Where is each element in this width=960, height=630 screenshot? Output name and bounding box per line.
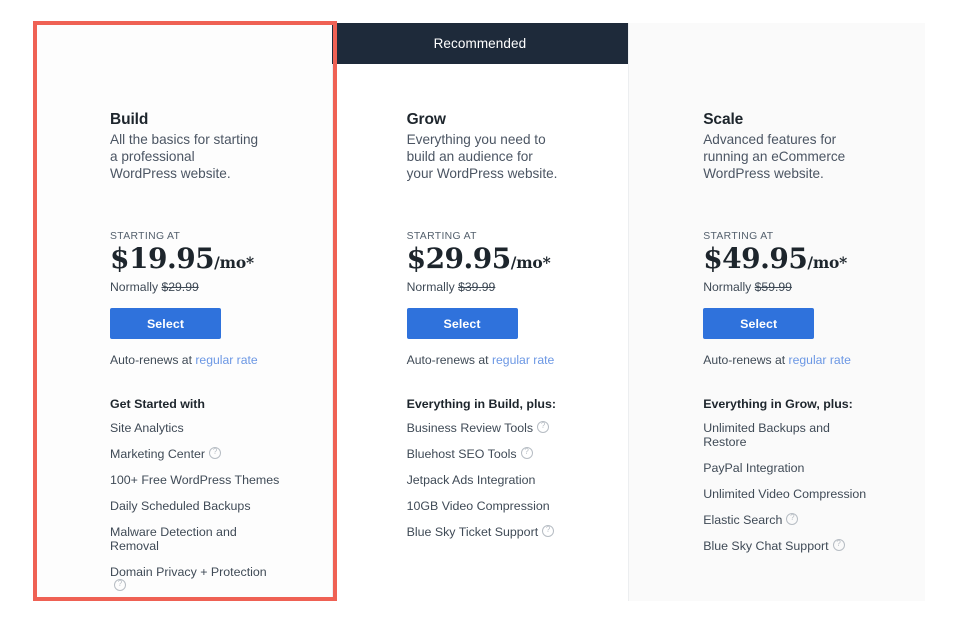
features-heading: Get Started with	[110, 397, 206, 411]
info-icon[interactable]	[114, 578, 126, 591]
normally-price: $59.99	[754, 280, 792, 294]
feature-label: Malware Detection and Removal	[110, 525, 237, 553]
feature-label: 10GB Video Compression	[406, 499, 550, 513]
regular-rate-link[interactable]: regular rate	[789, 353, 851, 367]
feature-label: Domain Privacy + Protection	[110, 565, 267, 579]
feature-label: Marketing Center	[110, 447, 206, 461]
recommended-ribbon: Recommended	[331, 23, 629, 64]
feature-item: Daily Scheduled Backups	[110, 499, 282, 513]
plan-price: $29.95/mo*	[407, 242, 551, 275]
features-heading: Everything in Build, plus:	[406, 397, 556, 411]
auto-renew-text: Auto-renews at	[110, 353, 192, 367]
feature-label: 100+ Free WordPress Themes	[110, 473, 280, 487]
feature-item: Site Analytics	[110, 421, 282, 435]
feature-item: Unlimited Video Compression	[703, 487, 875, 501]
auto-renew-note: Auto-renews at regular rate	[407, 353, 555, 367]
info-icon[interactable]	[537, 420, 550, 433]
plan-price: $19.95/mo*	[110, 242, 254, 275]
feature-item: Marketing Center	[110, 446, 282, 461]
info-icon[interactable]	[786, 512, 799, 525]
normally-label: Normally	[110, 280, 159, 294]
feature-list-build: Site Analytics Marketing Center 100+ Free …	[110, 421, 282, 605]
plan-description: Everything you need to build an audience…	[406, 132, 558, 181]
regular-rate-link[interactable]: regular rate	[195, 353, 257, 367]
features-heading: Everything in Grow, plus:	[703, 397, 853, 411]
info-icon[interactable]	[520, 446, 533, 459]
normally-label: Normally	[703, 280, 752, 294]
starting-at-label: STARTING AT	[703, 231, 774, 242]
normally-price-row: Normally $39.99	[407, 280, 496, 294]
auto-renew-text: Auto-renews at	[406, 353, 489, 367]
plan-price: $49.95/mo*	[703, 242, 847, 275]
feature-label: Business Review Tools	[406, 421, 534, 435]
feature-label: Unlimited Backups and Restore	[703, 421, 830, 449]
plan-description: All the basics for starting a profession…	[110, 132, 259, 181]
feature-label: Bluehost SEO Tools	[406, 447, 517, 461]
plan-title: Build	[110, 111, 149, 128]
plan-card-scale[interactable]: Scale Advanced features for running an e…	[628, 23, 925, 601]
feature-label: Site Analytics	[110, 421, 184, 435]
auto-renew-note: Auto-renews at regular rate	[110, 353, 258, 367]
auto-renew-text: Auto-renews at	[703, 353, 786, 367]
normally-price-row: Normally $59.99	[703, 280, 792, 294]
pricing-page: Build All the basics for starting a prof…	[0, 0, 960, 630]
select-button-grow[interactable]: Select	[406, 308, 518, 339]
feature-item: Business Review Tools	[406, 420, 579, 435]
price-amount: $19.95	[110, 242, 215, 275]
feature-item: Malware Detection and Removal	[110, 525, 282, 553]
feature-item: 10GB Video Compression	[407, 499, 579, 513]
feature-item: Elastic Search	[703, 512, 875, 527]
feature-label: Elastic Search	[703, 513, 783, 527]
feature-label: Unlimited Video Compression	[703, 487, 867, 501]
select-button-scale[interactable]: Select	[703, 308, 815, 339]
feature-label: PayPal Integration	[703, 461, 805, 475]
plan-title: Grow	[406, 111, 446, 128]
plan-content-grow: Grow Everything you need to build an aud…	[406, 23, 629, 601]
plan-description: Advanced features for running an eCommer…	[703, 132, 846, 181]
feature-label: Blue Sky Chat Support	[703, 539, 829, 553]
feature-item: Bluehost SEO Tools	[406, 446, 579, 461]
feature-item: Blue Sky Ticket Support	[406, 524, 579, 539]
feature-item: Blue Sky Chat Support	[703, 538, 875, 553]
price-period: /mo*	[510, 253, 551, 272]
plan-title: Scale	[703, 111, 744, 128]
auto-renew-note: Auto-renews at regular rate	[703, 353, 851, 367]
normally-price: $29.99	[161, 280, 199, 294]
select-button-build[interactable]: Select	[110, 308, 221, 339]
pricing-plans-container: Build All the basics for starting a prof…	[35, 23, 925, 601]
feature-list-scale: Unlimited Backups and Restore PayPal Inte…	[703, 421, 875, 565]
normally-price: $39.99	[458, 280, 496, 294]
price-period: /mo*	[807, 253, 848, 272]
feature-label: Jetpack Ads Integration	[406, 473, 536, 487]
price-amount: $29.95	[406, 242, 512, 275]
feature-item: PayPal Integration	[703, 461, 875, 475]
price-period: /mo*	[214, 253, 254, 272]
plan-card-build[interactable]: Build All the basics for starting a prof…	[35, 23, 332, 601]
feature-label: Blue Sky Ticket Support	[406, 525, 539, 539]
normally-price-row: Normally $29.99	[110, 280, 199, 294]
normally-label: Normally	[406, 280, 455, 294]
feature-label: Daily Scheduled Backups	[110, 499, 251, 513]
feature-item: Unlimited Backups and Restore	[703, 421, 875, 449]
info-icon[interactable]	[209, 446, 222, 459]
plan-content-scale: Scale Advanced features for running an e…	[703, 23, 925, 601]
regular-rate-link[interactable]: regular rate	[492, 353, 554, 367]
feature-item: Jetpack Ads Integration	[407, 473, 579, 487]
feature-list-grow: Business Review Tools Bluehost SEO Tools J…	[406, 420, 579, 551]
plan-content-build: Build All the basics for starting a prof…	[110, 23, 332, 601]
starting-at-label: STARTING AT	[406, 231, 477, 242]
starting-at-label: STARTING AT	[110, 231, 181, 242]
info-icon[interactable]	[832, 538, 845, 551]
feature-item: Domain Privacy + Protection	[110, 565, 282, 593]
plan-card-grow[interactable]: Recommended Grow Everything you need to …	[331, 23, 629, 601]
price-amount: $49.95	[703, 242, 808, 275]
feature-item: 100+ Free WordPress Themes	[110, 473, 282, 487]
info-icon[interactable]	[542, 524, 555, 537]
